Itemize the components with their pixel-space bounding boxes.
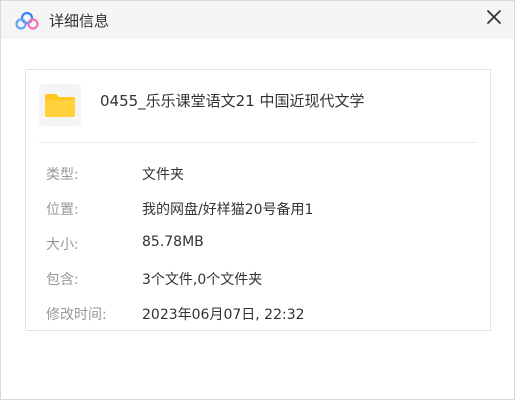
location-value: 我的网盘/好样猫20号备用1 [142, 202, 314, 218]
modified-time-label: 修改时间: [46, 307, 107, 323]
location-label: 位置: [46, 202, 79, 218]
folder-icon [45, 94, 75, 117]
contains-label: 包含: [46, 272, 79, 288]
title-bar: 详细信息 [1, 1, 514, 39]
details-panel: 0455_乐乐课堂语文21 中国近现代文学 类型: 文件夹 位置: 我的网盘/好… [25, 69, 491, 331]
size-label: 大小: [46, 237, 79, 253]
modified-time-value: 2023年06月07日, 22:32 [142, 307, 305, 323]
dialog-title: 详细信息 [49, 12, 110, 30]
contains-value: 3个文件,0个文件夹 [142, 272, 263, 288]
file-name: 0455_乐乐课堂语文21 中国近现代文学 [100, 92, 365, 110]
divider [39, 142, 477, 143]
type-label: 类型: [46, 167, 79, 183]
size-value: 85.78MB [142, 234, 204, 250]
close-icon [487, 10, 501, 24]
details-dialog: 详细信息 0455_乐乐课堂语文21 中国近现代文学 类型: 文件夹 位置: 我… [0, 0, 515, 400]
file-icon-container [39, 84, 81, 126]
cloud-logo-icon [15, 11, 39, 31]
close-button[interactable] [483, 6, 505, 28]
type-value: 文件夹 [142, 167, 184, 183]
